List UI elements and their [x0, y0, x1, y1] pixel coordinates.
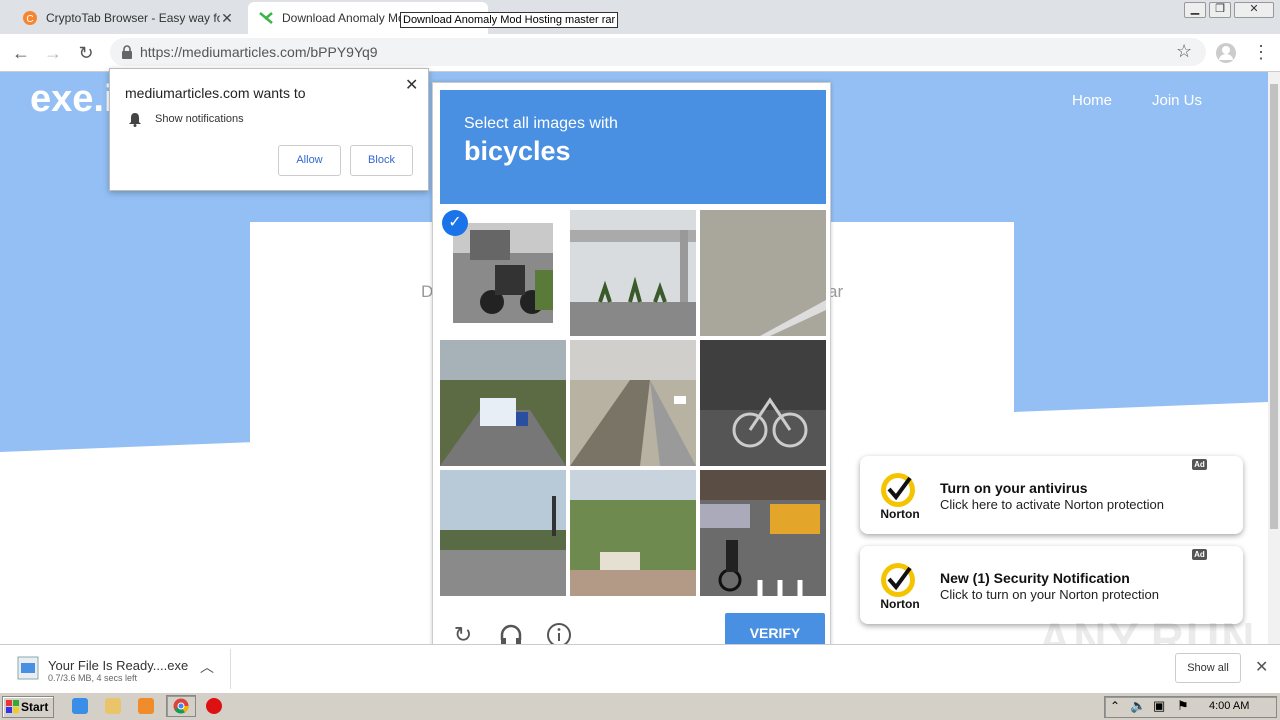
system-tray: ⌃ 🔈 ▣ ⚑ 4:00 AM	[1104, 696, 1277, 718]
svg-text:Norton: Norton	[880, 507, 919, 521]
close-icon[interactable]: ✕	[220, 10, 234, 27]
media-player-icon[interactable]	[138, 698, 154, 714]
restore-button[interactable]: ❐	[1209, 2, 1231, 18]
tab-cryptotab[interactable]: C CryptoTab Browser - Easy way for B ✕	[12, 2, 244, 34]
ad-text: Click here to activate Norton protection	[940, 497, 1164, 512]
download-shelf: Your File Is Ready....exe 0.7/3.6 MB, 4 …	[0, 644, 1280, 692]
chrome-taskbar-button[interactable]	[166, 695, 196, 717]
captcha-tile-9[interactable]	[700, 470, 826, 596]
captcha-tile-3[interactable]	[700, 210, 826, 336]
tab-tooltip: Download Anomaly Mod Hosting master rar	[400, 12, 619, 28]
clock[interactable]: 4:00 AM	[1209, 700, 1249, 712]
page-scrollbar[interactable]	[1268, 72, 1280, 644]
show-all-button[interactable]: Show all	[1175, 653, 1241, 683]
close-icon[interactable]: ✕	[1255, 657, 1268, 677]
volume-icon[interactable]: 🔈	[1130, 698, 1146, 714]
bell-icon	[129, 113, 141, 127]
nav-home-link[interactable]: Home	[1072, 92, 1112, 109]
norton-logo-icon: Norton	[880, 473, 920, 521]
start-button[interactable]: Start	[2, 696, 54, 718]
captcha-tile-6[interactable]	[700, 340, 826, 466]
notification-permission-prompt: mediumarticles.com wants to ✕ Show notif…	[109, 68, 429, 191]
captcha-tile-2[interactable]	[570, 210, 696, 336]
ie-icon[interactable]	[72, 698, 88, 714]
allow-button[interactable]: Allow	[278, 145, 341, 176]
tile-selected-check-icon: ✓	[442, 210, 468, 236]
captcha-target: bicycles	[464, 136, 571, 166]
tab-strip: C CryptoTab Browser - Easy way for B ✕ D…	[0, 0, 1280, 34]
block-button[interactable]: Block	[350, 145, 413, 176]
norton-logo-icon: Norton	[880, 563, 920, 611]
forward-icon[interactable]: →	[42, 42, 64, 64]
download-status: 0.7/3.6 MB, 4 secs left	[48, 673, 138, 683]
ad-title: Turn on your antivirus	[940, 480, 1088, 496]
browser-toolbar: ← → ↻ https://mediumarticles.com/bPPY9Yq…	[0, 34, 1280, 72]
close-window-button[interactable]: ✕	[1234, 2, 1274, 18]
ad-badge: Ad	[1192, 549, 1207, 560]
prompt-title: mediumarticles.com wants to	[125, 85, 306, 101]
captcha-tile-7[interactable]	[440, 470, 566, 596]
norton-ad-antivirus[interactable]: Norton Turn on your antivirus Click here…	[860, 456, 1243, 534]
profile-avatar-icon[interactable]	[1215, 42, 1237, 64]
folder-icon[interactable]	[105, 698, 121, 714]
captcha-prompt: Select all images with	[464, 115, 618, 132]
back-icon[interactable]: ←	[10, 42, 32, 64]
bookmark-star-icon[interactable]: ☆	[1176, 41, 1192, 62]
nav-join-link[interactable]: Join Us	[1152, 92, 1202, 109]
cryptotab-icon: C	[23, 11, 37, 25]
exe-file-icon	[17, 656, 39, 680]
lock-icon	[122, 45, 132, 59]
chrome-icon	[173, 698, 189, 714]
scrollbar-thumb[interactable]	[1270, 84, 1278, 529]
flag-icon[interactable]: ⚑	[1177, 698, 1189, 714]
svg-text:C: C	[26, 14, 33, 25]
menu-kebab-icon[interactable]: ⋮	[1252, 42, 1270, 62]
windows-taskbar: Start ⌃ 🔈 ▣ ⚑ 4:00 AM	[0, 692, 1280, 720]
tray-expand-icon[interactable]: ⌃	[1110, 699, 1120, 713]
network-icon[interactable]: ▣	[1153, 698, 1165, 714]
captcha-tile-4[interactable]	[440, 340, 566, 466]
windows-logo-icon	[6, 700, 19, 713]
shelf-divider	[230, 649, 231, 689]
url-text: https://mediumarticles.com/bPPY9Yq9	[140, 44, 378, 60]
site-logo[interactable]: exe.i	[30, 78, 115, 121]
download-file-name[interactable]: Your File Is Ready....exe	[48, 658, 188, 673]
chevron-up-icon[interactable]: ︿	[200, 657, 214, 677]
ad-text: Click to turn on your Norton protection	[940, 587, 1159, 602]
tab-label: CryptoTab Browser - Easy way for B	[46, 11, 220, 25]
ad-badge: Ad	[1192, 459, 1207, 470]
reload-icon[interactable]: ↻	[75, 42, 97, 64]
captcha-header: Select all images with bicycles	[440, 90, 826, 204]
permission-text: Show notifications	[155, 113, 244, 125]
svg-text:Norton: Norton	[880, 597, 919, 611]
start-label: Start	[21, 700, 49, 714]
address-bar[interactable]: https://mediumarticles.com/bPPY9Yq9 ☆	[110, 38, 1206, 66]
captcha-tile-8[interactable]	[570, 470, 696, 596]
ad-title: New (1) Security Notification	[940, 570, 1130, 586]
exe-site-icon	[259, 12, 273, 24]
captcha-tile-5[interactable]	[570, 340, 696, 466]
opera-icon[interactable]	[206, 698, 222, 714]
minimize-button[interactable]: ▁	[1184, 2, 1206, 18]
close-icon[interactable]: ✕	[405, 75, 418, 95]
